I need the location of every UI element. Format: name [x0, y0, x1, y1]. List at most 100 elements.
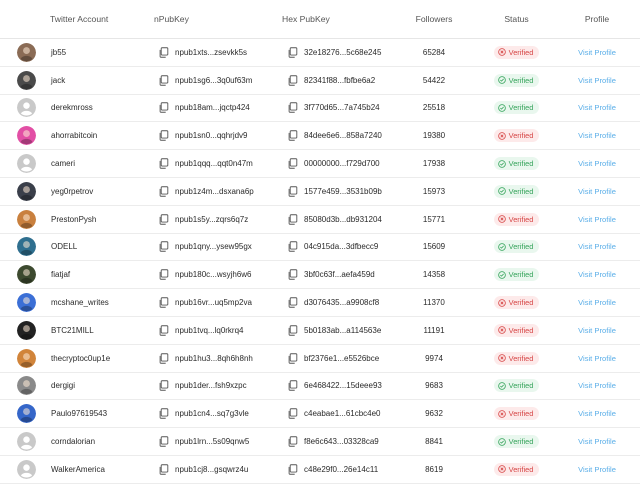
status-label: Verified: [508, 409, 534, 419]
copy-icon[interactable]: [287, 436, 298, 447]
visit-profile-link[interactable]: Visit Profile: [578, 409, 616, 418]
visit-profile-link[interactable]: Visit Profile: [578, 298, 616, 307]
avatar: [17, 320, 36, 340]
copy-icon[interactable]: [287, 47, 298, 58]
avatar: [17, 181, 36, 201]
followers-count: 17938: [422, 159, 446, 169]
x-circle-icon: [497, 326, 509, 335]
npub-cell: npub180c...wsyjh6w6: [139, 269, 269, 280]
status-cell: Verified: [479, 73, 554, 87]
copy-icon[interactable]: [158, 241, 169, 253]
followers-count: 14358: [422, 270, 446, 280]
copy-icon[interactable]: [287, 325, 298, 336]
visit-profile-link[interactable]: Visit Profile: [578, 215, 616, 224]
status-cell: Verified: [479, 129, 554, 143]
copy-icon[interactable]: [287, 352, 298, 364]
status-label: Verified: [508, 75, 534, 85]
visit-profile-link[interactable]: Visit Profile: [578, 103, 616, 112]
followers-count: 15609: [422, 242, 446, 252]
followers-count: 9683: [425, 381, 443, 391]
check-circle-icon: [497, 187, 509, 196]
status-cell: Verified: [479, 240, 554, 254]
visit-profile-link[interactable]: Visit Profile: [578, 48, 616, 57]
copy-icon[interactable]: [158, 158, 169, 169]
visit-profile-link[interactable]: Visit Profile: [578, 76, 616, 85]
copy-icon[interactable]: [158, 74, 169, 86]
copy-icon[interactable]: [287, 241, 298, 253]
visit-profile-link[interactable]: Visit Profile: [578, 131, 616, 140]
copy-icon[interactable]: [287, 380, 298, 392]
account-name: BTC21MILL: [51, 325, 94, 335]
avatar-cell: [0, 348, 44, 368]
copy-icon[interactable]: [158, 436, 169, 447]
npub-value: npub1sn0...qqhrjdv9: [175, 131, 248, 141]
status-badge: Verified: [493, 129, 540, 143]
profile-cell: Visit Profile: [554, 187, 640, 196]
copy-icon[interactable]: [158, 408, 169, 419]
copy-icon[interactable]: [287, 297, 298, 308]
visit-profile-link[interactable]: Visit Profile: [578, 437, 616, 446]
status-badge: Verified: [493, 296, 540, 310]
visit-profile-link[interactable]: Visit Profile: [578, 326, 616, 335]
x-circle-icon: [497, 354, 509, 362]
copy-icon[interactable]: [158, 269, 169, 280]
check-circle-icon: [497, 382, 509, 390]
hex-cell: 04c915da...3dfbecc9: [269, 241, 389, 253]
status-badge: Verified: [493, 351, 540, 365]
x-circle-icon: [497, 465, 509, 474]
visit-profile-link[interactable]: Visit Profile: [578, 381, 616, 390]
visit-profile-link[interactable]: Visit Profile: [578, 187, 616, 196]
copy-icon[interactable]: [158, 47, 169, 58]
npub-cell: npub1qny...ysew95gx: [139, 241, 269, 253]
hex-cell: c48e29f0...26e14c11: [269, 464, 389, 475]
account-name: fiatjaf: [51, 270, 71, 280]
copy-icon[interactable]: [287, 269, 298, 280]
copy-icon[interactable]: [287, 408, 298, 419]
status-badge: Verified: [493, 73, 540, 87]
followers-count: 9632: [425, 409, 443, 419]
copy-icon[interactable]: [287, 186, 298, 197]
visit-profile-link[interactable]: Visit Profile: [578, 159, 616, 168]
avatar: [17, 126, 36, 146]
copy-icon[interactable]: [158, 186, 169, 197]
avatar: [17, 154, 36, 174]
followers-count: 9974: [425, 353, 443, 363]
copy-icon[interactable]: [287, 213, 298, 225]
hex-value: 82341f88...fbfbe6a2: [304, 75, 376, 85]
copy-icon[interactable]: [287, 102, 298, 114]
copy-icon[interactable]: [287, 74, 298, 86]
copy-icon[interactable]: [158, 325, 169, 336]
visit-profile-link[interactable]: Visit Profile: [578, 270, 616, 279]
visit-profile-link[interactable]: Visit Profile: [578, 242, 616, 251]
status-badge: Verified: [493, 379, 540, 393]
visit-profile-link[interactable]: Visit Profile: [578, 354, 616, 363]
hex-cell: 00000000...f729d700: [269, 158, 389, 169]
copy-icon[interactable]: [158, 130, 169, 142]
profile-cell: Visit Profile: [554, 242, 640, 251]
col-header-followers: Followers: [415, 14, 453, 24]
copy-icon[interactable]: [287, 158, 298, 169]
copy-icon[interactable]: [158, 297, 169, 308]
account-name: Paulo97619543: [51, 409, 108, 419]
followers-count: 19380: [422, 131, 446, 141]
copy-icon[interactable]: [287, 464, 298, 475]
visit-profile-link[interactable]: Visit Profile: [578, 465, 616, 474]
copy-icon[interactable]: [287, 130, 298, 142]
copy-icon[interactable]: [158, 102, 169, 114]
npub-cell: npub1xts...zsevkk5s: [139, 47, 269, 58]
hex-cell: 84dee6e6...858a7240: [269, 130, 389, 142]
copy-icon[interactable]: [158, 213, 169, 225]
avatar: [17, 459, 36, 479]
copy-icon[interactable]: [158, 464, 169, 475]
status-cell: Verified: [479, 101, 554, 115]
hex-value: 32e18276...5c68e245: [304, 47, 382, 57]
npub-cell: npub1cn4...sq7g3vle: [139, 408, 269, 419]
check-circle-icon: [497, 159, 509, 168]
status-label: Verified: [508, 437, 534, 447]
status-cell: Verified: [479, 435, 554, 449]
copy-icon[interactable]: [158, 352, 169, 364]
table-header: Twitter Account nPubKey Hex PubKey Follo…: [0, 0, 640, 39]
npub-cell: npub16vr...uq5mp2va: [139, 297, 269, 308]
copy-icon[interactable]: [158, 380, 169, 392]
npub-value: npub18am...jqctp424: [175, 103, 250, 113]
